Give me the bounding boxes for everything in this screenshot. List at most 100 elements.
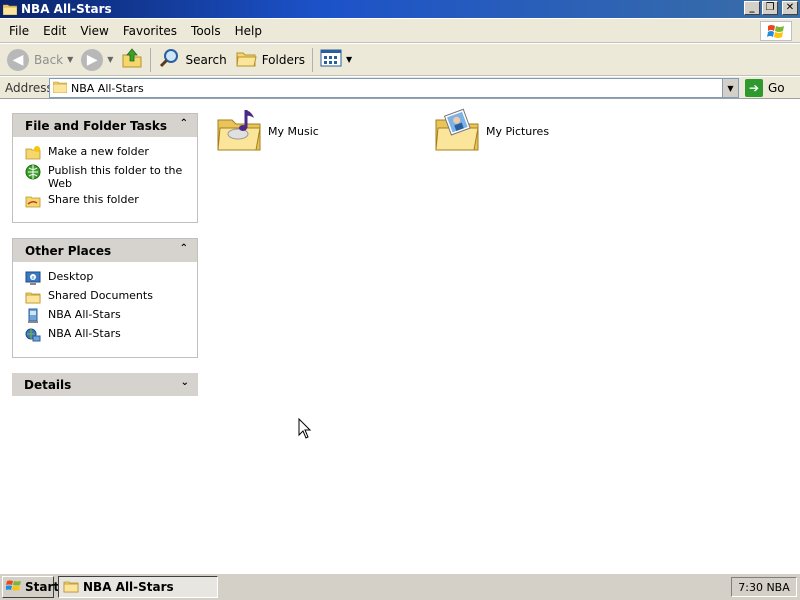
search-button[interactable]: Search xyxy=(154,46,230,74)
network-icon xyxy=(25,327,41,343)
views-icon xyxy=(320,48,342,71)
file-folder-tasks-header[interactable]: File and Folder Tasks ⌃ xyxy=(13,114,197,137)
place-shared-documents[interactable]: Shared Documents xyxy=(25,289,197,305)
up-button[interactable] xyxy=(117,46,147,74)
task-pane: File and Folder Tasks ⌃ Make a new folde… xyxy=(0,100,208,570)
chevron-down-icon: ▼ xyxy=(346,55,353,64)
close-button[interactable]: ✕ xyxy=(782,1,798,15)
up-folder-icon xyxy=(121,47,143,72)
folder-label: My Music xyxy=(268,125,319,138)
place-label: Shared Documents xyxy=(48,289,153,302)
other-places-header[interactable]: Other Places ⌃ xyxy=(13,239,197,262)
address-input[interactable]: NBA All-Stars ▼ xyxy=(49,78,739,98)
folder-icon xyxy=(2,3,18,16)
start-button[interactable]: Start xyxy=(2,576,59,598)
details-header[interactable]: Details ⌄ xyxy=(12,373,198,396)
computer-icon xyxy=(25,308,41,324)
mouse-cursor-icon xyxy=(298,417,312,443)
address-label: Address xyxy=(5,80,53,95)
task-label: Make a new folder xyxy=(48,145,149,158)
folder-my-pictures[interactable]: My Pictures xyxy=(434,106,549,157)
address-value: NBA All-Stars xyxy=(71,81,144,95)
collapse-icon[interactable]: ⌃ xyxy=(180,118,188,129)
folders-icon xyxy=(235,47,257,72)
expand-icon[interactable]: ⌄ xyxy=(181,377,189,388)
file-folder-tasks-panel: File and Folder Tasks ⌃ Make a new folde… xyxy=(12,113,198,223)
menu-edit[interactable]: Edit xyxy=(36,24,73,38)
menu-favorites[interactable]: Favorites xyxy=(116,24,184,38)
folder-icon xyxy=(52,80,68,96)
task-label: NBA All-Stars xyxy=(83,580,174,594)
windows-logo-icon xyxy=(6,579,22,596)
minimize-icon: _ xyxy=(749,2,755,13)
collapse-icon[interactable]: ⌃ xyxy=(180,243,188,254)
taskbar: Start NBA All-Stars 7:30 NBA xyxy=(0,572,800,600)
menu-file[interactable]: File xyxy=(0,24,36,38)
go-button[interactable]: ➔ Go xyxy=(745,78,785,98)
menu-tools[interactable]: Tools xyxy=(184,24,228,38)
task-make-new-folder[interactable]: Make a new folder xyxy=(25,145,197,161)
panel-title: Details xyxy=(24,377,72,392)
start-label: Start xyxy=(25,580,60,594)
details-panel: Details ⌄ xyxy=(12,373,198,397)
music-folder-icon xyxy=(216,106,262,157)
forward-arrow-icon: ▶ xyxy=(81,48,104,71)
desktop-icon: e xyxy=(25,270,41,286)
taskbar-window-button[interactable]: NBA All-Stars xyxy=(58,576,218,598)
forward-button[interactable]: ▶ ▼ xyxy=(77,46,117,74)
place-nba-all-stars-network[interactable]: NBA All-Stars xyxy=(25,327,197,343)
folder-icon xyxy=(63,579,79,596)
menu-view[interactable]: View xyxy=(73,24,115,38)
menu-help[interactable]: Help xyxy=(228,24,269,38)
new-folder-icon xyxy=(25,145,41,161)
go-label: Go xyxy=(768,81,785,95)
place-label: Desktop xyxy=(48,270,94,283)
address-bar: Address NBA All-Stars ▼ ➔ Go xyxy=(0,77,800,99)
task-publish-web[interactable]: Publish this folder to the Web xyxy=(25,164,197,190)
title-bar[interactable]: NBA All-Stars _ ❐ ✕ xyxy=(0,0,800,18)
close-icon: ✕ xyxy=(785,2,795,13)
tray-clock[interactable]: 7:30 NBA xyxy=(738,581,790,594)
place-label: NBA All-Stars xyxy=(48,327,121,340)
task-label: Publish this folder to the Web xyxy=(48,164,183,190)
folders-label: Folders xyxy=(261,52,306,67)
go-arrow-icon: ➔ xyxy=(745,79,763,97)
chevron-down-icon: ▼ xyxy=(107,55,114,64)
menu-bar: File Edit View Favorites Tools Help xyxy=(0,19,800,43)
views-button[interactable]: ▼ xyxy=(316,46,356,74)
restore-icon: ❐ xyxy=(765,2,775,13)
restore-button[interactable]: ❐ xyxy=(762,1,778,15)
folder-my-music[interactable]: My Music xyxy=(216,106,319,157)
svg-text:e: e xyxy=(31,275,34,281)
folder-content-area[interactable]: My Music My Pictures xyxy=(208,100,800,570)
window-title: NBA All-Stars xyxy=(21,2,112,16)
share-folder-icon xyxy=(25,193,41,209)
windows-logo-icon xyxy=(760,21,792,41)
panel-title: File and Folder Tasks xyxy=(25,118,168,133)
task-label: Share this folder xyxy=(48,193,139,206)
place-label: NBA All-Stars xyxy=(48,308,121,321)
place-nba-all-stars-computer[interactable]: NBA All-Stars xyxy=(25,308,197,324)
other-places-panel: Other Places ⌃ e Desktop Shared Document… xyxy=(12,238,198,358)
search-label: Search xyxy=(185,52,227,67)
back-button[interactable]: ◀ Back ▼ xyxy=(3,46,77,74)
folders-button[interactable]: Folders xyxy=(231,46,309,74)
publish-web-icon xyxy=(25,164,41,180)
toolbar-separator xyxy=(312,47,314,72)
back-arrow-icon: ◀ xyxy=(7,48,29,71)
place-desktop[interactable]: e Desktop xyxy=(25,270,197,286)
toolbar-separator xyxy=(150,47,152,72)
back-label: Back xyxy=(34,52,64,67)
search-icon xyxy=(158,47,180,72)
chevron-down-icon: ▼ xyxy=(67,55,74,64)
toolbar: ◀ Back ▼ ▶ ▼ Search Folders ▼ xyxy=(0,44,800,76)
folder-icon xyxy=(25,289,41,305)
minimize-button[interactable]: _ xyxy=(744,1,760,15)
address-dropdown-button[interactable]: ▼ xyxy=(722,79,738,97)
folder-label: My Pictures xyxy=(486,125,550,138)
pictures-folder-icon xyxy=(434,106,480,157)
chevron-down-icon: ▼ xyxy=(727,83,734,93)
panel-title: Other Places xyxy=(25,243,112,258)
system-tray: 7:30 NBA xyxy=(731,577,797,597)
task-share-folder[interactable]: Share this folder xyxy=(25,193,197,209)
